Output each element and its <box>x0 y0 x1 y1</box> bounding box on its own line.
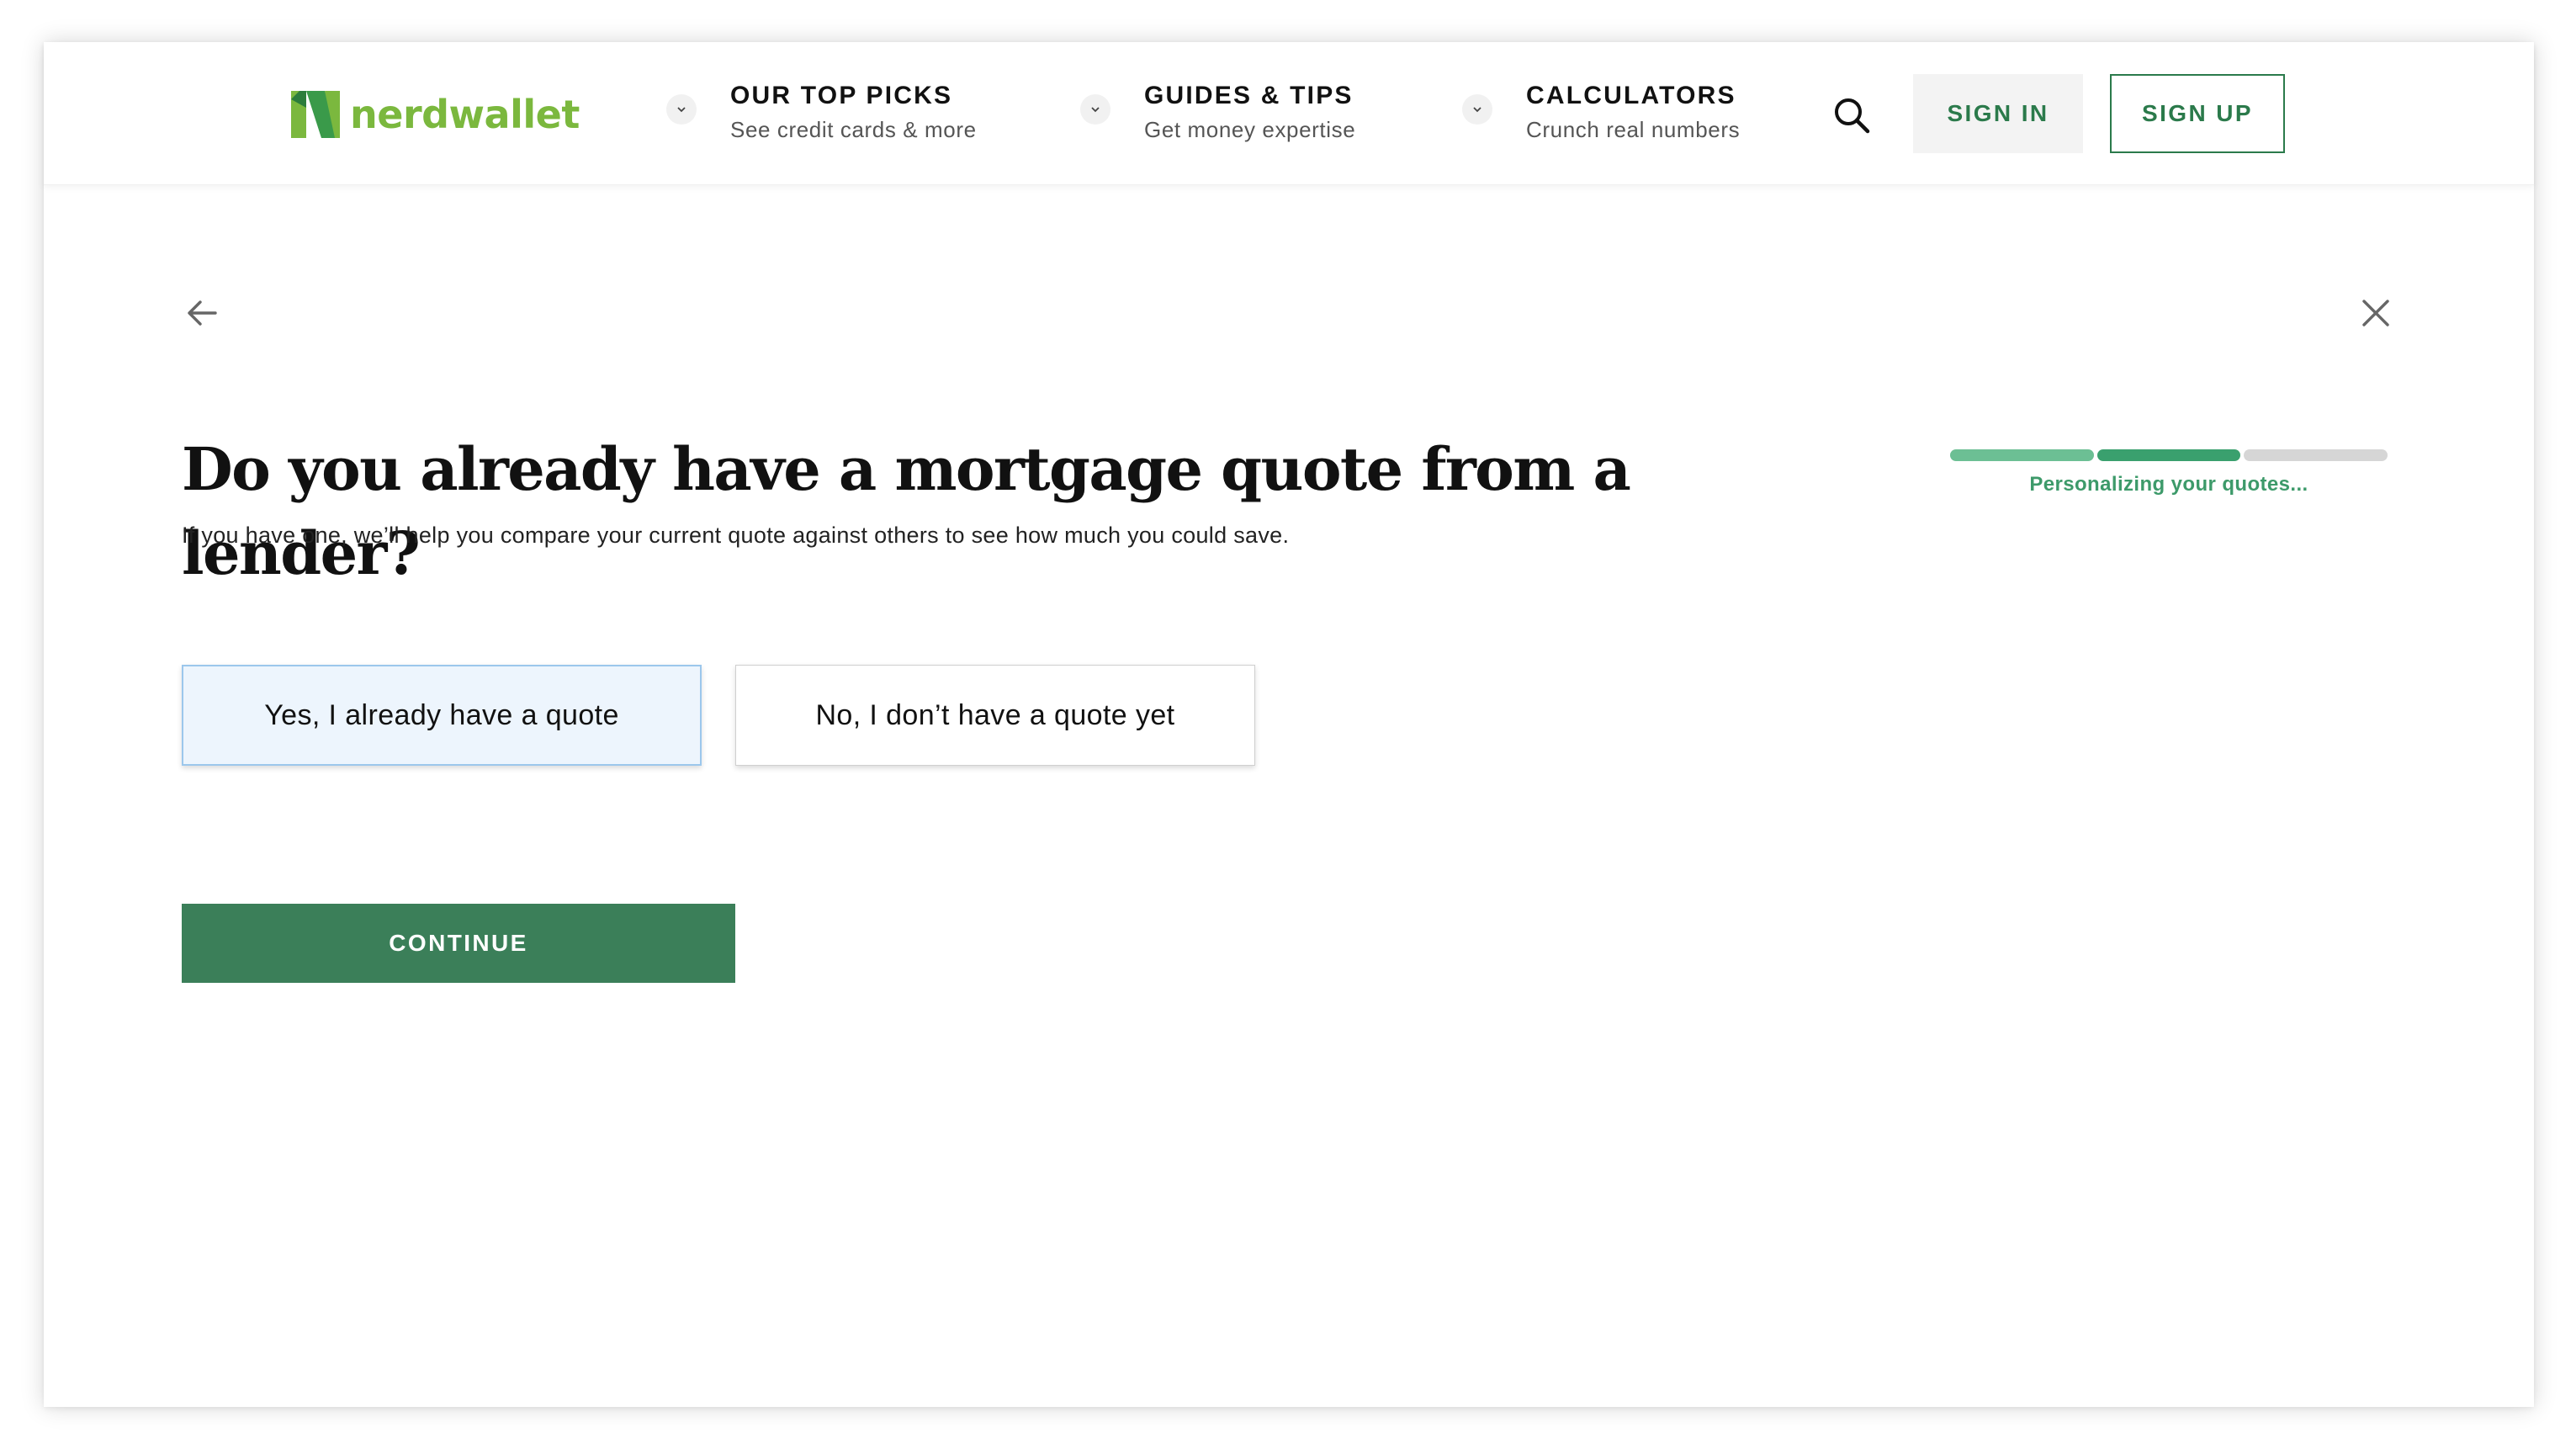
progress-label: Personalizing your quotes... <box>2029 473 2308 496</box>
progress-segment <box>1950 449 2094 461</box>
nav-subtitle: Get money expertise <box>1144 117 1356 142</box>
logo-text: nerdwallet <box>350 92 580 137</box>
progress-bar <box>1950 449 2388 461</box>
option-no-quote-yet[interactable]: No, I don’t have a quote yet <box>735 665 1255 766</box>
nav-title[interactable]: CALCULATORS <box>1526 79 1740 113</box>
continue-button[interactable]: CONTINUE <box>182 904 735 983</box>
search-icon[interactable] <box>1832 96 1871 135</box>
sign-in-button[interactable]: SIGN IN <box>1913 74 2083 153</box>
back-arrow-icon[interactable] <box>185 296 219 330</box>
sign-up-button[interactable]: SIGN UP <box>2110 74 2285 153</box>
nav-guides-tips[interactable]: GUIDES & TIPS Get money expertise <box>1080 79 1355 145</box>
nav-calculators[interactable]: CALCULATORS Crunch real numbers <box>1462 79 1740 145</box>
close-icon[interactable] <box>2359 296 2393 330</box>
nav-our-top-picks[interactable]: OUR TOP PICKS See credit cards & more <box>666 79 977 145</box>
nerdwallet-logo[interactable]: nerdwallet <box>291 89 580 140</box>
nav-title[interactable]: GUIDES & TIPS <box>1144 79 1355 113</box>
chevron-down-icon[interactable] <box>1080 94 1110 125</box>
site-header: nerdwallet OUR TOP PICKS See credit card… <box>44 42 2534 185</box>
nav-subtitle: Crunch real numbers <box>1526 117 1741 142</box>
browser-page: nerdwallet OUR TOP PICKS See credit card… <box>44 42 2534 1407</box>
nav-title[interactable]: OUR TOP PICKS <box>730 79 977 113</box>
nerdwallet-logo-icon <box>291 91 340 138</box>
question-subtitle: If you have one, we’ll help you compare … <box>182 523 1290 548</box>
progress-segment <box>2096 449 2241 461</box>
option-yes-have-quote[interactable]: Yes, I already have a quote <box>182 665 702 766</box>
chevron-down-icon[interactable] <box>666 94 697 125</box>
question-title: Do you already have a mortgage quote fro… <box>182 434 1631 588</box>
progress-segment <box>2244 449 2388 461</box>
chevron-down-icon[interactable] <box>1462 94 1492 125</box>
nav-subtitle: See credit cards & more <box>730 117 977 142</box>
